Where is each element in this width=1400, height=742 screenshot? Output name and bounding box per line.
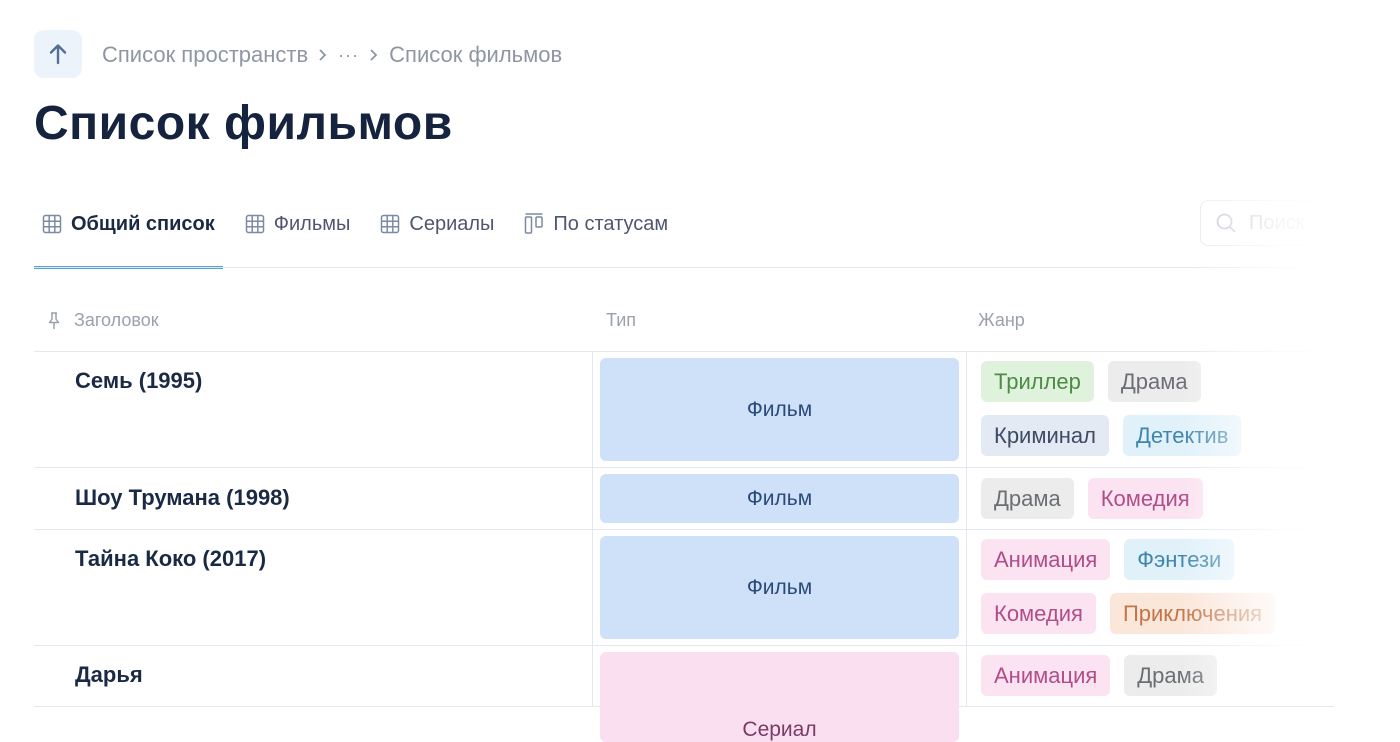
search-placeholder: Поиск [1249, 211, 1305, 234]
chevron-right-icon [369, 48, 379, 62]
genre-tag: Комедия [981, 593, 1096, 634]
cell-genre[interactable]: Драма Комедия [967, 468, 1334, 529]
genre-tag: Анимация [981, 655, 1111, 696]
pin-icon [48, 311, 60, 329]
genre-tag: Драма [1107, 361, 1201, 402]
tab-series[interactable]: Сериалы [372, 198, 502, 250]
column-header-label: Жанр [978, 310, 1025, 330]
breadcrumb: Список пространств ··· Список фильмов [102, 40, 562, 70]
cell-type[interactable]: Фильм [593, 530, 967, 645]
table-header: Заголовок Тип Жанр [34, 290, 1334, 352]
genre-tag: Криминал [981, 415, 1109, 456]
column-header-title[interactable]: Заголовок [34, 310, 593, 331]
table-row[interactable]: Тайна Коко (2017) Фильм Анимация Фэнтези Ком… [34, 530, 1334, 646]
column-header-genre[interactable]: Жанр [967, 310, 1334, 331]
page-title: Список фильмов [34, 97, 453, 150]
tabs-divider [34, 267, 1294, 268]
genre-tag: Фэнтези [1124, 539, 1235, 580]
kanban-icon [525, 213, 544, 234]
tab-films[interactable]: Фильмы [237, 198, 359, 250]
breadcrumb-collapsed-items[interactable]: ··· [338, 45, 359, 66]
table-icon [381, 214, 400, 234]
breadcrumb-item-spaces[interactable]: Список пространств [102, 42, 308, 68]
column-header-type[interactable]: Тип [593, 310, 967, 331]
type-badge: Фильм [600, 536, 959, 639]
cell-genre[interactable]: Анимация Фэнтези Комедия Приключения [967, 530, 1334, 645]
table-body: Семь (1995) Фильм Триллер Драма Криминал Дете… [34, 352, 1334, 742]
tab-label: Общий список [71, 212, 215, 235]
type-badge: Фильм [600, 474, 959, 523]
search-icon [1216, 213, 1236, 233]
type-badge: Фильм [600, 358, 959, 461]
cell-title[interactable]: Тайна Коко (2017) [34, 530, 593, 645]
table-icon [245, 214, 265, 234]
genre-tag: Приключения [1109, 593, 1276, 634]
table-icon [42, 214, 62, 234]
tab-label: По статусам [553, 212, 669, 235]
cell-type[interactable]: Фильм [593, 468, 967, 529]
arrow-up-icon [49, 44, 67, 65]
breadcrumb-item-current: Список фильмов [389, 42, 563, 67]
cell-title[interactable]: Шоу Трумана (1998) [34, 468, 593, 529]
cell-title[interactable]: Семь (1995) [34, 352, 593, 467]
genre-tag: Детектив [1122, 415, 1242, 456]
column-header-label: Тип [606, 310, 637, 330]
genre-tag: Анимация [981, 539, 1111, 580]
tab-label: Сериалы [409, 212, 495, 235]
cell-type[interactable]: Фильм [593, 352, 967, 467]
table-row[interactable]: Шоу Трумана (1998) Фильм Драма Комедия [34, 468, 1334, 530]
genre-tag: Триллер [981, 361, 1094, 402]
tab-by-status[interactable]: По статусам [516, 198, 676, 250]
chevron-right-icon [318, 48, 328, 62]
movies-table: Заголовок Тип Жанр Семь (1995) Фильм Трилл… [34, 290, 1334, 742]
cell-title[interactable]: Дарья [34, 646, 593, 706]
view-tabs: Общий список Фильмы Сериалы По статусам [34, 198, 690, 269]
cell-genre[interactable]: Анимация Драма [967, 646, 1334, 706]
genre-tag: Драма [981, 478, 1074, 519]
cell-type[interactable]: Сериал [593, 646, 967, 742]
table-row[interactable]: Семь (1995) Фильм Триллер Драма Криминал Дете… [34, 352, 1334, 468]
cell-genre[interactable]: Триллер Драма Криминал Детектив [967, 352, 1334, 467]
search-input[interactable]: Поиск [1200, 200, 1350, 246]
navigate-up-button[interactable] [34, 30, 82, 78]
genre-tag: Комедия [1087, 478, 1203, 519]
genre-tag: Драма [1124, 655, 1218, 696]
table-row[interactable]: Дарья Сериал Анимация Драма [34, 646, 1334, 742]
tab-label: Фильмы [273, 212, 351, 235]
column-header-label: Заголовок [74, 310, 159, 330]
tab-general-list[interactable]: Общий список [34, 198, 223, 269]
type-badge: Сериал [600, 652, 959, 742]
